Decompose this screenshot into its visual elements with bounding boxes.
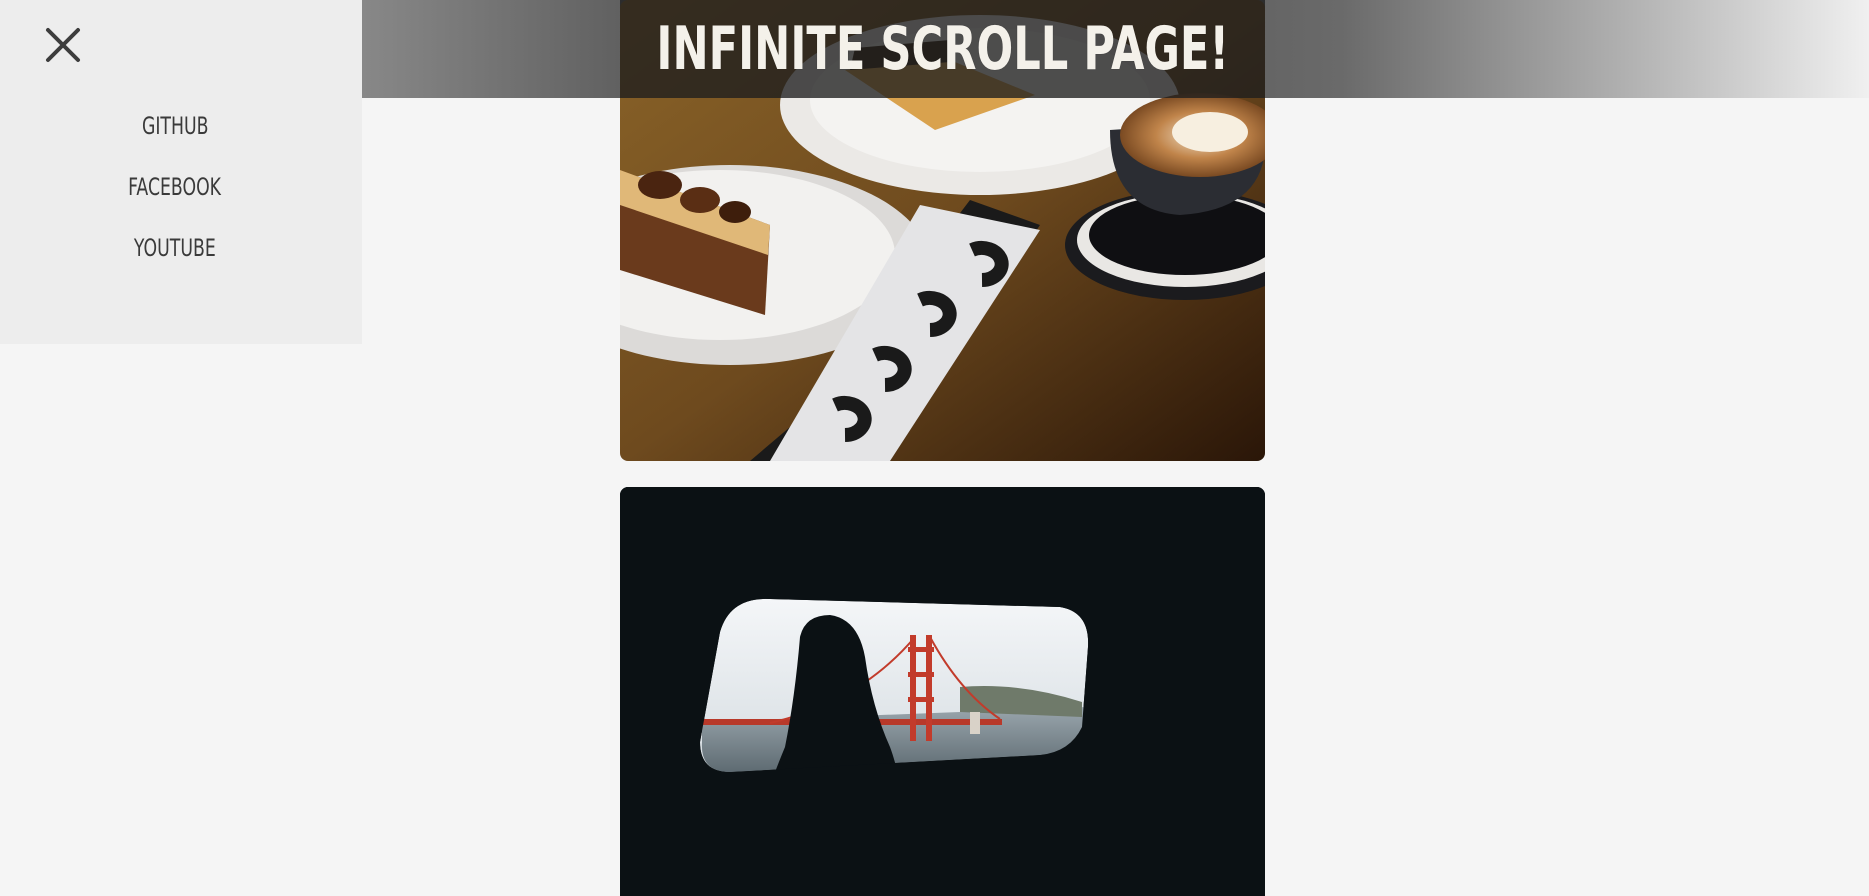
page-title: INFINITE SCROLL PAGE!	[656, 14, 1229, 84]
youtube-link[interactable]: YOUTUBE	[0, 234, 350, 262]
golden-gate-photo	[620, 487, 1265, 896]
facebook-label: FACEBOOK	[128, 173, 222, 201]
close-icon	[46, 28, 80, 62]
page: INFINITE SCROLL PAGE! GITHUB FACEBOOK YO…	[0, 0, 1869, 896]
youtube-label: YOUTUBE	[134, 234, 216, 262]
title-banner: INFINITE SCROLL PAGE!	[620, 0, 1265, 98]
feed-image-golden-gate	[620, 487, 1265, 896]
github-link[interactable]: GITHUB	[0, 112, 350, 140]
side-menu: GITHUB FACEBOOK YOUTUBE	[0, 0, 362, 344]
github-label: GITHUB	[141, 112, 209, 140]
close-menu-button[interactable]	[44, 26, 82, 64]
facebook-link[interactable]: FACEBOOK	[0, 173, 350, 201]
